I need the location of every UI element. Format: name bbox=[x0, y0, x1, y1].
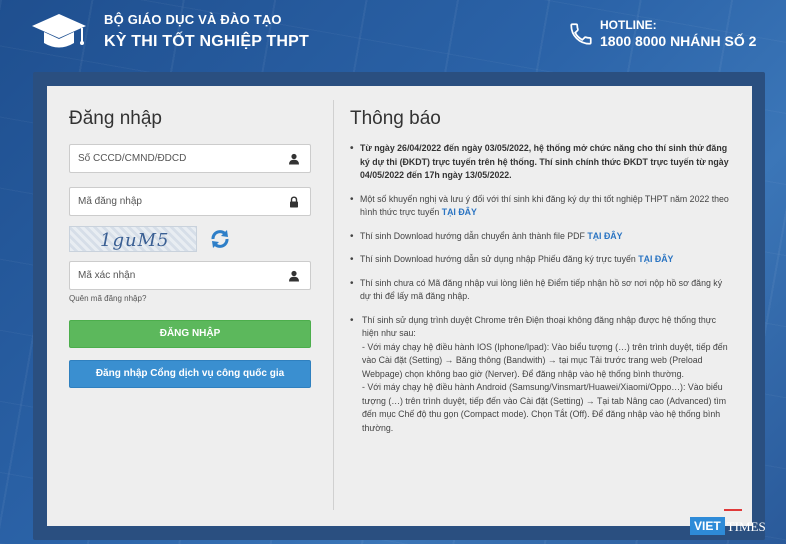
login-form: Đăng nhập Số CCCD/CMND/ĐDCD Mã đăng nhập… bbox=[69, 108, 311, 388]
captcha-row: 1guM5 bbox=[69, 225, 311, 253]
notice-link[interactable]: TẠI ĐÂY bbox=[587, 231, 622, 241]
user-icon bbox=[289, 270, 299, 282]
browser-note-ios: - Với máy chạy hệ điều hành IOS (Iphone/… bbox=[362, 341, 728, 379]
notice-text: Thí sinh chưa có Mã đăng nhập vui lòng l… bbox=[360, 277, 723, 302]
notice-link[interactable]: TẠI ĐÂY bbox=[442, 207, 477, 217]
refresh-captcha-icon[interactable] bbox=[209, 228, 231, 250]
notice-text: Thí sinh Download hướng dẫn sử dụng nhập… bbox=[360, 254, 639, 264]
notice-text: Một số khuyến nghị và lưu ý đối với thí … bbox=[360, 193, 729, 218]
notice-item: Một số khuyến nghị và lưu ý đối với thí … bbox=[350, 193, 735, 220]
ministry-name: BỘ GIÁO DỤC VÀ ĐÀO TẠO bbox=[104, 12, 282, 27]
main-panel: Đăng nhập Số CCCD/CMND/ĐDCD Mã đăng nhập… bbox=[47, 86, 752, 526]
graduation-cap-icon bbox=[32, 14, 86, 48]
phone-icon bbox=[570, 22, 592, 45]
exam-name: KỲ THI TỐT NGHIỆP THPT bbox=[104, 33, 310, 50]
user-icon bbox=[289, 153, 299, 165]
hotline-label: HOTLINE: bbox=[600, 18, 657, 32]
watermark-accent bbox=[724, 509, 742, 511]
watermark-part2: TIMES bbox=[726, 519, 766, 534]
login-title: Đăng nhập bbox=[69, 108, 162, 129]
watermark-part1: VIET bbox=[690, 517, 725, 535]
notice-item: Từ ngày 26/04/2022 đến ngày 03/05/2022, … bbox=[350, 142, 735, 183]
forgot-code-link[interactable]: Quên mã đăng nhập? bbox=[69, 294, 311, 303]
notice-list: Từ ngày 26/04/2022 đến ngày 03/05/2022, … bbox=[350, 142, 735, 435]
login-code-input[interactable]: Mã đăng nhập bbox=[69, 187, 311, 216]
id-number-placeholder: Số CCCD/CMND/ĐDCD bbox=[78, 153, 187, 164]
hotline-number[interactable]: 1800 8000 NHÁNH SỐ 2 bbox=[600, 33, 756, 49]
notices-section: Thông báo Từ ngày 26/04/2022 đến ngày 03… bbox=[350, 108, 735, 445]
browser-note-android: - Với máy chạy hệ điều hành Android (Sam… bbox=[362, 382, 727, 433]
id-number-input[interactable]: Số CCCD/CMND/ĐDCD bbox=[69, 144, 311, 173]
verification-code-placeholder: Mã xác nhận bbox=[78, 270, 136, 281]
vietimes-watermark: VIET TIMES bbox=[690, 509, 766, 535]
captcha-text: 1guM5 bbox=[100, 230, 170, 251]
column-divider bbox=[333, 100, 334, 510]
site-header: BỘ GIÁO DỤC VÀ ĐÀO TẠO KỲ THI TỐT NGHIỆP… bbox=[0, 0, 786, 70]
captcha-image: 1guM5 bbox=[69, 226, 197, 252]
gov-portal-login-button[interactable]: Đăng nhập Cổng dịch vụ công quốc gia bbox=[69, 360, 311, 388]
browser-note-intro: Thí sinh sử dụng trình duyệt Chrome trên… bbox=[362, 314, 717, 339]
notices-title: Thông báo bbox=[350, 108, 441, 129]
verification-code-input[interactable]: Mã xác nhận bbox=[69, 261, 311, 290]
notice-link[interactable]: TẠI ĐÂY bbox=[638, 254, 673, 264]
login-button[interactable]: ĐĂNG NHẬP bbox=[69, 320, 311, 348]
notice-item: Thí sinh chưa có Mã đăng nhập vui lòng l… bbox=[350, 277, 735, 304]
notice-text: Từ ngày 26/04/2022 đến ngày 03/05/2022, … bbox=[360, 143, 729, 180]
hotline: HOTLINE: 1800 8000 NHÁNH SỐ 2 bbox=[568, 18, 756, 49]
organization-title: BỘ GIÁO DỤC VÀ ĐÀO TẠO KỲ THI TỐT NGHIỆP… bbox=[104, 12, 309, 51]
notice-item: Thí sinh Download hướng dẫn chuyển ảnh t… bbox=[350, 230, 735, 244]
notice-item: Thí sinh Download hướng dẫn sử dụng nhập… bbox=[350, 253, 735, 267]
notice-text: Thí sinh Download hướng dẫn chuyển ảnh t… bbox=[360, 230, 588, 241]
notice-item-browser: Thí sinh sử dụng trình duyệt Chrome trên… bbox=[350, 314, 735, 436]
login-code-placeholder: Mã đăng nhập bbox=[78, 196, 142, 207]
lock-icon bbox=[290, 196, 298, 208]
